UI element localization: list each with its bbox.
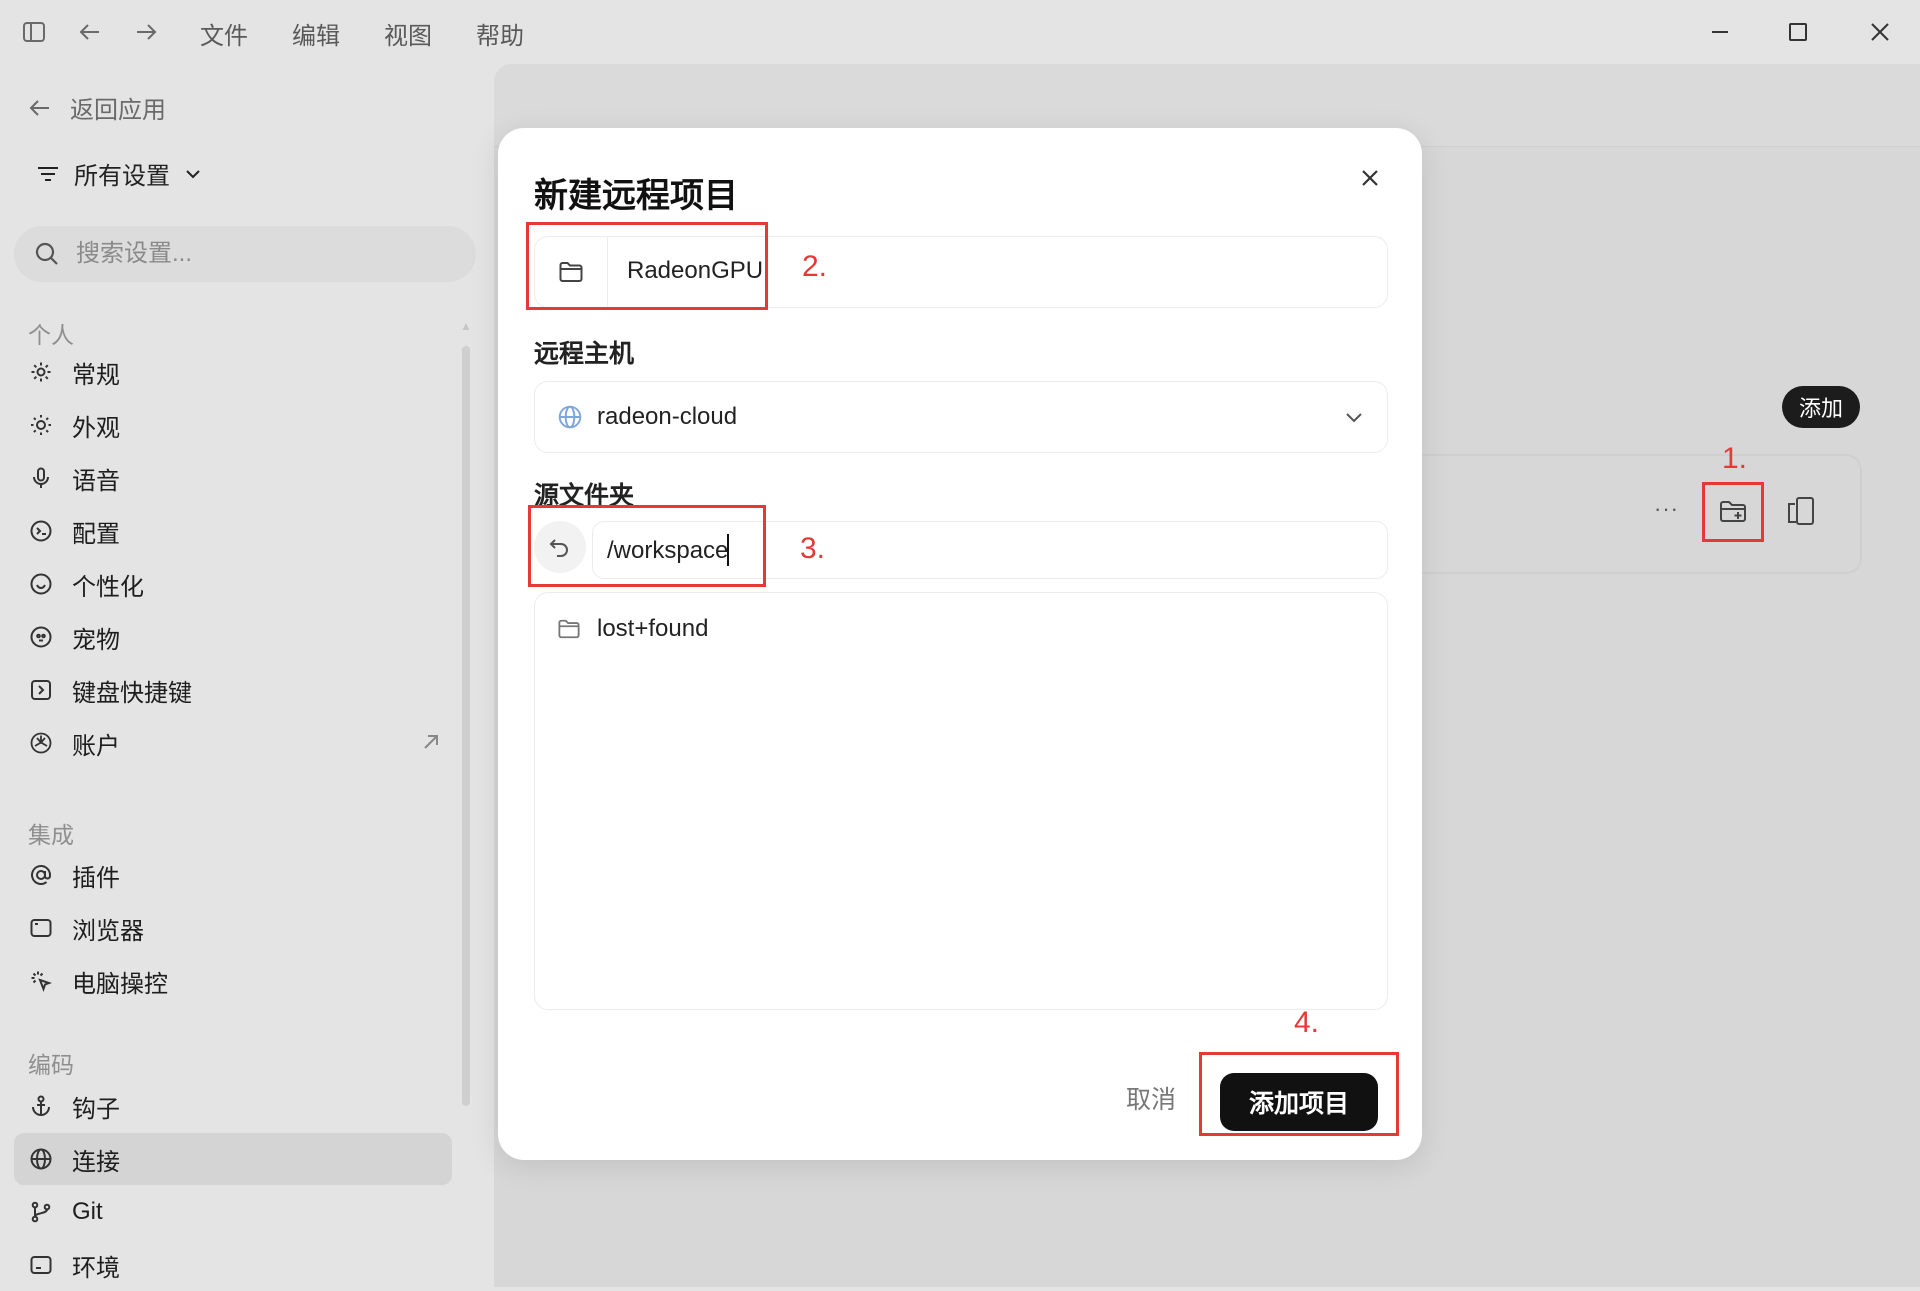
back-arrow-icon[interactable] (72, 14, 108, 50)
scroll-up-arrow-icon[interactable]: ▲ (460, 320, 472, 332)
sidebar-item-label: 浏览器 (72, 917, 144, 945)
sidebar-item-hooks[interactable]: 钩子 (14, 1080, 452, 1132)
sidebar-item-label: 语音 (72, 467, 120, 495)
annotation-box-2 (526, 222, 768, 310)
gear-icon (28, 359, 54, 385)
at-sign-icon (28, 862, 54, 888)
file-name: lost+found (597, 615, 709, 642)
sidebar-item-label: 钩子 (72, 1095, 120, 1123)
sidebar-item-label: Git (72, 1198, 103, 1225)
personalization-icon (28, 571, 54, 597)
all-settings-dropdown[interactable]: 所有设置 (36, 156, 202, 191)
menu-help[interactable]: 帮助 (476, 16, 524, 51)
keyboard-shortcut-icon (28, 677, 54, 703)
pet-icon (28, 624, 54, 650)
settings-search (14, 226, 476, 282)
sidebar-item-label: 插件 (72, 864, 120, 892)
close-icon[interactable] (1358, 166, 1382, 190)
sidebar-item-connections[interactable]: 连接 (14, 1133, 452, 1185)
annotation-box-4 (1199, 1052, 1399, 1136)
remote-host-select[interactable]: radeon-cloud (534, 381, 1388, 453)
menu-edit[interactable]: 编辑 (292, 16, 340, 51)
sun-icon (28, 412, 54, 438)
sidebar-item-label: 环境 (72, 1254, 120, 1282)
annotation-box-3 (528, 505, 766, 587)
sidebar-item-appearance[interactable]: 外观 (14, 399, 452, 451)
remote-host-label: 远程主机 (534, 340, 635, 368)
forward-arrow-icon[interactable] (128, 14, 164, 50)
back-to-app-link[interactable]: 返回应用 (28, 90, 166, 125)
section-title-integrations: 集成 (28, 822, 74, 848)
sidebar-item-computer-control[interactable]: 电脑操控 (14, 955, 452, 1007)
terminal-icon (28, 1252, 54, 1278)
sidebar-item-keyboard-shortcuts[interactable]: 键盘快捷键 (14, 664, 452, 716)
cursor-click-icon (28, 968, 54, 994)
browser-window-icon (28, 915, 54, 941)
menu-view[interactable]: 视图 (384, 16, 432, 51)
menu-file[interactable]: 文件 (200, 16, 248, 51)
back-to-app-label: 返回应用 (70, 97, 166, 124)
cancel-button[interactable]: 取消 (1126, 1080, 1176, 1116)
sidebar-item-browser[interactable]: 浏览器 (14, 902, 452, 954)
sidebar-item-personalization[interactable]: 个性化 (14, 558, 452, 610)
search-icon (34, 241, 60, 267)
title-bar: 文件 编辑 视图 帮助 (0, 0, 1920, 64)
folder-browser-list: lost+found (534, 592, 1388, 1010)
sidebar-item-git[interactable]: Git (14, 1186, 452, 1238)
new-remote-project-button[interactable] (1702, 482, 1764, 542)
anchor-icon (28, 1093, 54, 1119)
config-icon (28, 518, 54, 544)
openai-logo-icon (28, 730, 54, 756)
maximize-icon[interactable] (1778, 12, 1818, 52)
external-link-icon (420, 731, 442, 753)
add-connection-button[interactable]: 添加 (1782, 386, 1860, 428)
device-icon[interactable] (1784, 496, 1818, 526)
sidebar-item-label: 外观 (72, 414, 120, 442)
sidebar-item-pet[interactable]: 宠物 (14, 611, 452, 663)
annotation-number-1: 1. (1722, 442, 1748, 475)
folder-icon (557, 618, 581, 640)
sidebar-item-label: 宠物 (72, 626, 120, 654)
sidebar-item-label: 连接 (72, 1148, 120, 1176)
sidebar-item-label: 键盘快捷键 (72, 679, 192, 707)
sidebar-item-label: 常规 (72, 361, 120, 389)
annotation-number-2: 2. (802, 250, 828, 283)
remote-host-value: radeon-cloud (597, 403, 738, 430)
all-settings-label: 所有设置 (74, 163, 170, 190)
minimize-icon[interactable] (1700, 12, 1740, 52)
more-options-button[interactable]: ··· (1654, 496, 1679, 522)
git-branch-icon (28, 1199, 54, 1225)
sidebar-item-label: 个性化 (72, 573, 144, 601)
folder-plus-icon (1718, 498, 1748, 526)
section-title-personal: 个人 (28, 322, 74, 348)
arrow-left-icon (28, 96, 52, 120)
section-title-coding: 编码 (28, 1052, 74, 1078)
sidebar-item-label: 配置 (72, 520, 120, 548)
globe-icon (28, 1146, 54, 1172)
sidebar-item-label: 账户 (72, 732, 120, 760)
sidebar-item-label: 电脑操控 (72, 970, 168, 998)
filter-icon (36, 162, 60, 186)
sidebar-item-general[interactable]: 常规 (14, 346, 452, 398)
sidebar-item-config[interactable]: 配置 (14, 505, 452, 557)
sidebar-item-voice[interactable]: 语音 (14, 452, 452, 504)
microphone-icon (28, 465, 54, 491)
sidebar-scrollbar[interactable]: ▲ (460, 320, 472, 1120)
sidebar-toggle-icon[interactable] (16, 14, 52, 50)
annotation-number-3: 3. (800, 532, 826, 565)
sidebar-item-plugins[interactable]: 插件 (14, 849, 452, 901)
chevron-down-icon (1343, 406, 1365, 428)
settings-sidebar: 返回应用 所有设置 个人 常规 外观 语音 (0, 64, 494, 1287)
sidebar-item-environment[interactable]: 环境 (14, 1239, 452, 1291)
dialog-title: 新建远程项目 (534, 177, 738, 215)
sidebar-item-account[interactable]: 账户 (14, 717, 452, 769)
chevron-down-icon (184, 165, 202, 183)
list-item[interactable]: lost+found (557, 615, 708, 643)
annotation-number-4: 4. (1294, 1006, 1320, 1039)
globe-icon (557, 404, 583, 430)
scrollbar-thumb[interactable] (462, 346, 470, 1106)
close-window-icon[interactable] (1860, 12, 1900, 52)
search-input[interactable] (74, 239, 448, 269)
